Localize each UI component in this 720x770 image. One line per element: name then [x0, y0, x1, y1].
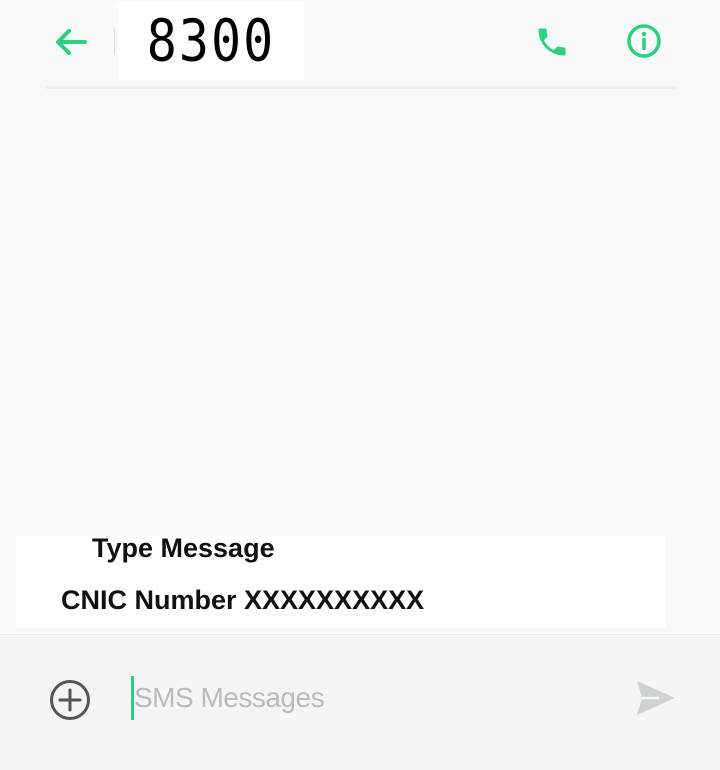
instruction-line-1: Type Message	[92, 533, 275, 563]
sms-message-input[interactable]	[130, 672, 600, 724]
info-icon	[627, 24, 661, 58]
conversation-header: 8300	[0, 0, 720, 88]
back-button[interactable]	[50, 22, 90, 62]
plus-circle-icon	[50, 680, 90, 720]
call-button[interactable]	[530, 20, 574, 64]
attach-button[interactable]	[46, 676, 94, 724]
instruction-line-2: CNIC Number XXXXXXXXXX	[61, 585, 425, 615]
phone-icon	[538, 28, 566, 56]
messaging-app: 8300 Type Message CNIC Number XXXXXXXXXX	[0, 0, 720, 770]
contact-title: 8300	[146, 7, 276, 75]
text-caret	[131, 676, 134, 720]
info-button[interactable]	[622, 19, 666, 63]
send-button[interactable]	[632, 676, 680, 720]
header-separator	[114, 28, 115, 54]
contact-title-box: 8300	[118, 2, 304, 80]
arrow-left-icon	[56, 29, 87, 55]
send-icon	[637, 681, 675, 715]
